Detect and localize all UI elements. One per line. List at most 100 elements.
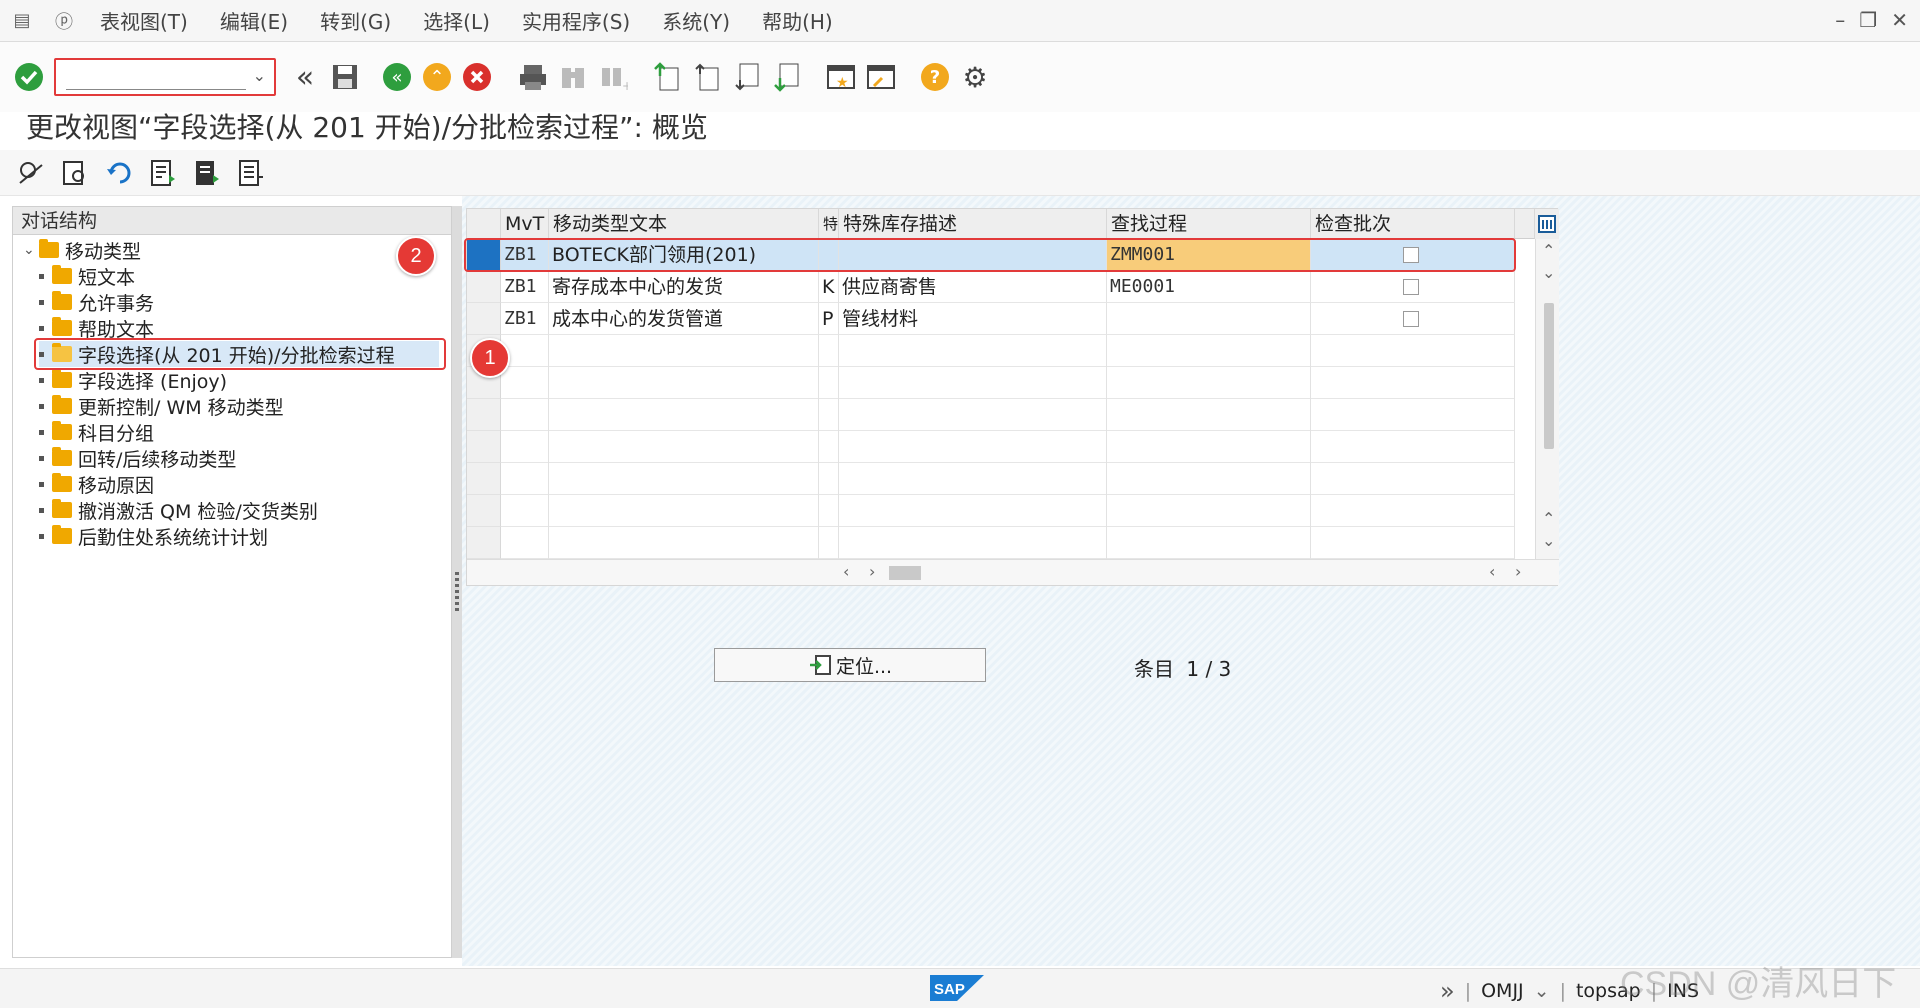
scroll-up-icon[interactable]: ⌃	[1542, 241, 1555, 260]
new-entries-icon[interactable]	[60, 158, 90, 188]
tree-item[interactable]: 撤消激活 QM 检验/交货类别	[39, 497, 318, 523]
tree-item[interactable]: 移动原因	[39, 471, 154, 497]
window-controls: – ❐ ✕	[1835, 8, 1908, 32]
scroll-left-icon[interactable]: ‹	[1489, 562, 1495, 581]
row-selector[interactable]	[467, 399, 501, 431]
chevron-down-icon[interactable]: ⌄	[253, 66, 266, 85]
table-cell[interactable]: K	[819, 271, 839, 303]
folder-icon	[39, 239, 59, 258]
column-header-special[interactable]: 特	[819, 209, 839, 239]
find-next-icon[interactable]: +	[596, 60, 630, 94]
svg-text:⌃: ⌃	[429, 67, 444, 88]
tree-item[interactable]: 后勤住处系统统计计划	[39, 523, 268, 549]
new-session-icon[interactable]: ★	[824, 60, 858, 94]
cancel-icon[interactable]	[460, 60, 494, 94]
settings-gear-icon[interactable]: ⚙	[958, 60, 992, 94]
table-settings-icon[interactable]	[1535, 209, 1559, 239]
system-menu-icon[interactable]: ▤	[10, 10, 34, 31]
row-selector[interactable]	[467, 271, 501, 303]
dialog-structure-title: 对话结构	[13, 207, 451, 235]
double-chevron-left-icon[interactable]: «	[288, 60, 322, 95]
last-page-icon[interactable]	[770, 60, 804, 94]
display-change-icon[interactable]	[16, 158, 46, 188]
tree-item[interactable]: 更新控制/ WM 移动类型	[39, 393, 284, 419]
column-header-mvt-text[interactable]: 移动类型文本	[549, 209, 819, 239]
tree-root[interactable]: ⌄ 移动类型	[23, 237, 141, 263]
column-header-mvt[interactable]: MvT	[501, 209, 549, 239]
column-header-check-batch[interactable]: 检查批次	[1311, 209, 1515, 239]
row-selector-header[interactable]	[467, 209, 501, 239]
table-cell[interactable]	[1107, 303, 1311, 335]
undo-icon[interactable]	[104, 158, 134, 188]
scroll-down-icon[interactable]: ⌄	[1542, 531, 1555, 550]
row-selector[interactable]	[467, 463, 501, 495]
menu-help[interactable]: 帮助(H)	[762, 6, 833, 35]
back-icon[interactable]: «	[380, 60, 414, 94]
tree-item[interactable]: 允许事务	[39, 289, 154, 315]
horizontal-scrollbar[interactable]: ‹ › ‹ ›	[467, 559, 1559, 585]
print-icon[interactable]	[516, 60, 550, 94]
table-cell[interactable]: 成本中心的发货管道	[549, 303, 819, 335]
table-cell[interactable]: 寄存成本中心的发货	[549, 271, 819, 303]
row-selector[interactable]	[467, 527, 501, 559]
check-batch-checkbox[interactable]	[1403, 311, 1419, 327]
customize-icon[interactable]: ⓟ	[52, 11, 76, 33]
tree-item[interactable]: 科目分组	[39, 419, 154, 445]
scroll-right-icon[interactable]: ›	[869, 562, 875, 581]
scroll-thumb[interactable]	[889, 566, 921, 580]
enter-check-icon[interactable]	[12, 60, 46, 94]
previous-page-icon[interactable]	[690, 60, 724, 94]
splitter-grip[interactable]	[455, 572, 459, 612]
select-all-icon[interactable]	[236, 158, 266, 188]
chevron-down-icon[interactable]: ⌄	[1534, 980, 1550, 1002]
row-selector[interactable]	[467, 303, 501, 335]
command-field[interactable]: ⌄	[54, 58, 276, 96]
help-icon[interactable]: ?	[918, 60, 952, 94]
check-batch-checkbox[interactable]	[1403, 279, 1419, 295]
copy-as-icon[interactable]	[148, 158, 178, 188]
command-input[interactable]	[66, 66, 246, 90]
table-cell[interactable]: ZB1	[501, 303, 549, 335]
menu-table-view[interactable]: 表视图(T)	[100, 6, 188, 35]
panel-splitter[interactable]	[452, 206, 462, 958]
menu-bar: ▤ ⓟ 表视图(T) 编辑(E) 转到(G) 选择(L) 实用程序(S) 系统(…	[0, 0, 1920, 42]
position-button[interactable]: 定位...	[714, 648, 986, 682]
menu-goto[interactable]: 转到(G)	[320, 6, 391, 35]
vertical-scrollbar[interactable]: ⌃ ⌄ ⌃ ⌄	[1535, 239, 1559, 559]
scroll-left-icon[interactable]: ‹	[843, 562, 849, 581]
menu-system[interactable]: 系统(Y)	[662, 6, 730, 35]
status-transaction[interactable]: OMJJ	[1481, 980, 1524, 1002]
scroll-up-icon[interactable]: ⌃	[1542, 509, 1555, 528]
menu-select[interactable]: 选择(L)	[423, 6, 490, 35]
save-icon[interactable]	[328, 60, 362, 94]
entry-label: 条目	[1134, 657, 1174, 681]
table-cell[interactable]: ME0001	[1107, 271, 1311, 303]
shortcut-icon[interactable]	[864, 60, 898, 94]
next-page-icon[interactable]	[730, 60, 764, 94]
chevron-down-icon[interactable]: ⌄	[23, 242, 39, 258]
double-chevron-right-icon[interactable]: »	[1440, 977, 1455, 1005]
table-cell[interactable]: ZB1	[501, 271, 549, 303]
first-page-icon[interactable]	[650, 60, 684, 94]
tree-item[interactable]: 字段选择 (Enjoy)	[39, 367, 227, 393]
table-cell[interactable]: 供应商寄售	[839, 271, 1107, 303]
scroll-right-icon[interactable]: ›	[1515, 562, 1521, 581]
find-icon[interactable]	[556, 60, 590, 94]
tree-item[interactable]: 短文本	[39, 263, 135, 289]
scroll-down-icon[interactable]: ⌄	[1542, 263, 1555, 282]
column-header-proc[interactable]: 查找过程	[1107, 209, 1311, 239]
restore-icon[interactable]: ❐	[1859, 8, 1877, 32]
menu-utilities[interactable]: 实用程序(S)	[522, 6, 630, 35]
tree-item[interactable]: 回转/后续移动类型	[39, 445, 236, 471]
column-header-special-desc[interactable]: 特殊库存描述	[839, 209, 1107, 239]
scroll-thumb[interactable]	[1544, 303, 1554, 449]
delete-icon[interactable]	[192, 158, 222, 188]
exit-icon[interactable]: ⌃	[420, 60, 454, 94]
row-selector[interactable]	[467, 431, 501, 463]
close-window-icon[interactable]: ✕	[1891, 8, 1908, 32]
row-selector[interactable]	[467, 495, 501, 527]
table-cell[interactable]: P	[819, 303, 839, 335]
menu-edit[interactable]: 编辑(E)	[220, 6, 288, 35]
minimize-icon[interactable]: –	[1835, 8, 1845, 32]
table-cell[interactable]: 管线材料	[839, 303, 1107, 335]
